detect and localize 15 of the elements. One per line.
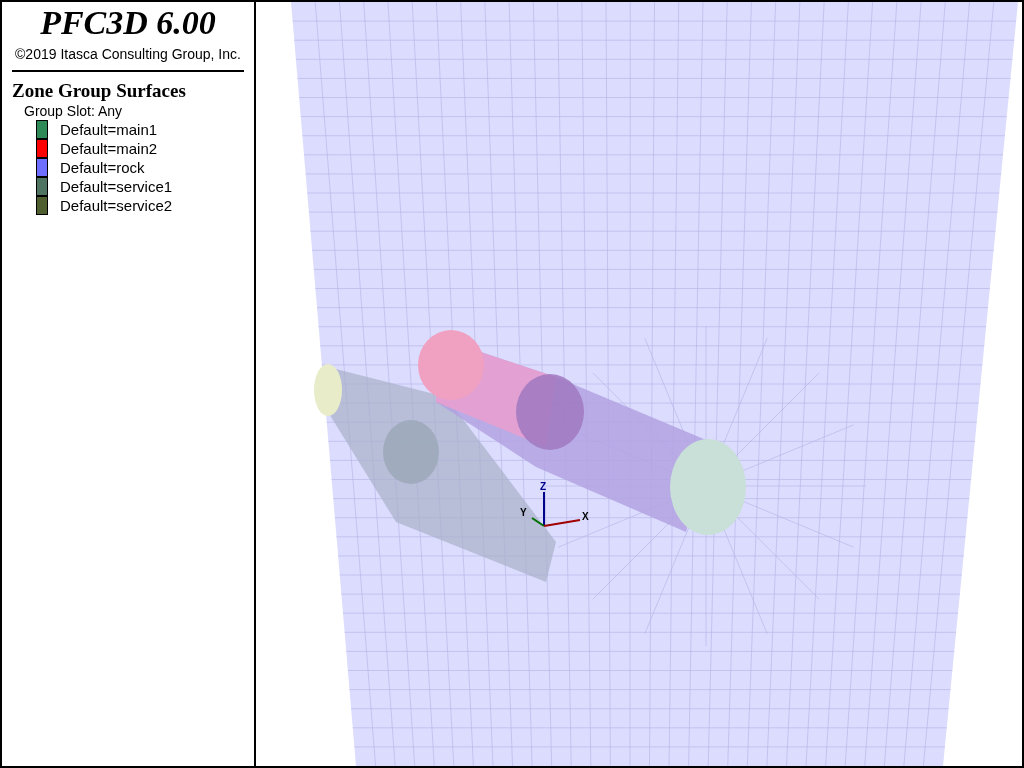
legend-label: Default=main1 [60, 121, 158, 138]
group-slot-label: Group Slot: Any [24, 102, 124, 120]
x-axis-label: X [582, 511, 589, 522]
z-axis [543, 491, 545, 527]
legend-label: Default=service1 [60, 178, 173, 195]
y-axis [531, 517, 545, 527]
copyright-text: ©2019 Itasca Consulting Group, Inc. [14, 46, 242, 62]
legend-label: Default=service2 [60, 197, 173, 214]
z-axis-label: Z [540, 481, 547, 492]
x-axis [543, 519, 581, 527]
product-title: PFC3D 6.00 [39, 6, 217, 40]
legend-label: Default=main2 [60, 140, 158, 157]
legend-label: Default=rock [60, 159, 145, 176]
y-axis-label: Y [520, 507, 527, 518]
legend-title: Zone Group Surfaces [12, 80, 187, 102]
